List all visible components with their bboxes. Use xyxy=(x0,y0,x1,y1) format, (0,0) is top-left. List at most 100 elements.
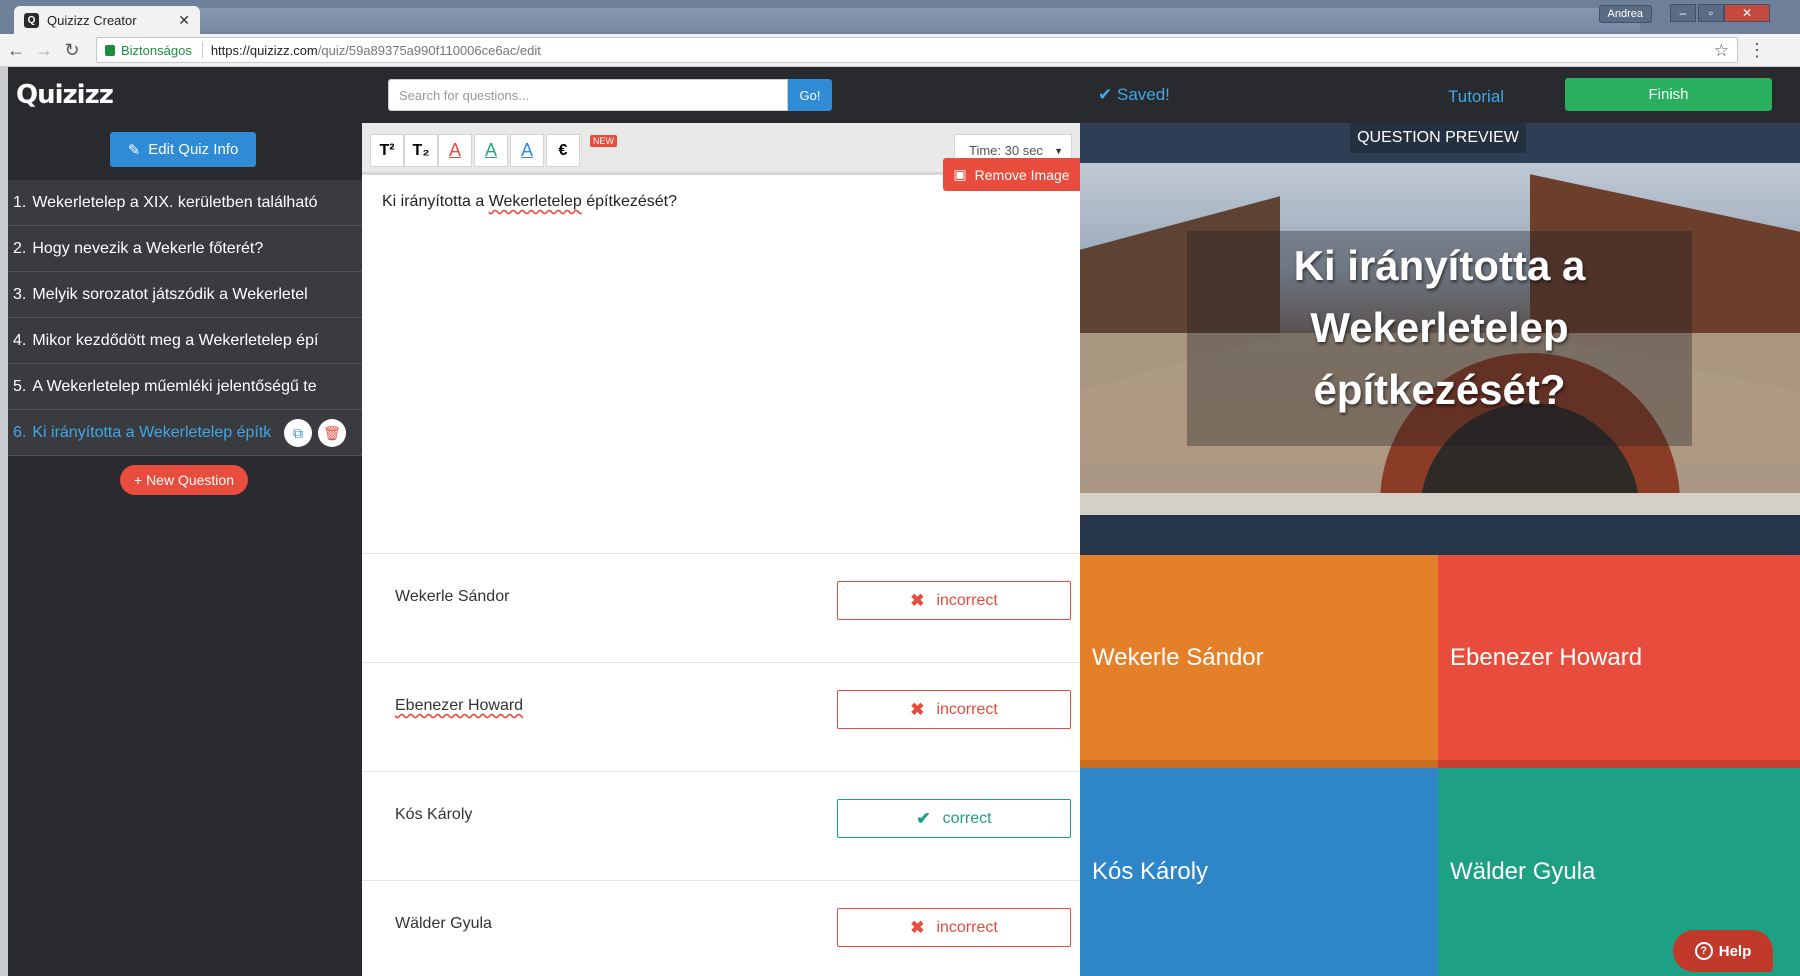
question-sidebar: ✎ Edit Quiz Info 1. Wekerletelep a XIX. … xyxy=(8,123,362,976)
question-number: 2. xyxy=(13,239,27,257)
search-input[interactable] xyxy=(388,79,788,111)
preview-option-c: Kós Károly xyxy=(1080,768,1438,976)
question-list-item[interactable]: 3. Melyik sorozatot játszódik a Wekerlet… xyxy=(8,272,362,318)
browser-tab-bar: Q Quizizz Creator ✕ Andrea – ▫ ✕ xyxy=(0,0,1800,34)
question-list-item[interactable]: 2. Hogy nevezik a Wekerle főterét? xyxy=(8,226,362,272)
preview-question-text: Ki irányította a Wekerletelep építkezésé… xyxy=(1293,242,1586,413)
lock-icon xyxy=(105,44,115,56)
question-title: Ki irányította a Wekerletelep építk xyxy=(32,423,272,441)
superscript-button[interactable]: T² xyxy=(370,134,404,167)
browser-address-bar: ← → ↻ Biztonságos https://quizizz.com /q… xyxy=(0,34,1800,67)
image-road xyxy=(1080,493,1800,515)
question-number: 3. xyxy=(13,285,27,303)
question-search: Go! xyxy=(388,79,832,111)
answer-status-label: incorrect xyxy=(936,700,998,718)
new-question-label: New Question xyxy=(146,472,234,488)
bookmark-star-icon[interactable]: ☆ xyxy=(1714,41,1729,61)
check-icon: ✔ xyxy=(1098,85,1113,104)
plus-icon: + xyxy=(133,472,143,488)
answer-text[interactable]: Wälder Gyula xyxy=(395,915,492,933)
answer-text[interactable]: Ebenezer Howard xyxy=(395,697,523,715)
remove-image-button[interactable]: ▣ Remove Image xyxy=(943,158,1080,191)
edit-quiz-info-button[interactable]: ✎ Edit Quiz Info xyxy=(110,132,256,167)
help-label: Help xyxy=(1718,942,1752,960)
answer-status-toggle[interactable]: ✖ incorrect xyxy=(837,690,1071,729)
help-button[interactable]: ? Help xyxy=(1673,930,1773,972)
answer-status-label: correct xyxy=(942,809,992,827)
app-header: Quizizz Go! ✔ Saved! Tutorial Finish xyxy=(8,67,1800,123)
close-window-button[interactable]: ✕ xyxy=(1724,4,1770,22)
text-color-blue-button[interactable]: A xyxy=(510,134,544,167)
question-title: Hogy nevezik a Wekerle főterét? xyxy=(32,239,264,257)
question-text-area[interactable]: Ki irányította a Wekerletelep építkezésé… xyxy=(362,178,1080,553)
minimize-window-button[interactable]: – xyxy=(1670,4,1696,22)
inactive-tabs[interactable] xyxy=(200,8,1640,32)
answer-text[interactable]: Wekerle Sándor xyxy=(395,588,509,606)
question-list-item-active[interactable]: 6. Ki irányította a Wekerletelep építk ⧉… xyxy=(8,410,362,456)
currency-symbol-button[interactable]: € xyxy=(546,134,580,167)
answer-status-toggle[interactable]: ✔ correct xyxy=(837,799,1071,838)
close-tab-icon[interactable]: ✕ xyxy=(178,12,190,29)
question-title: Wekerletelep a XIX. kerületben található xyxy=(32,193,318,211)
question-number: 1. xyxy=(13,193,27,211)
search-go-button[interactable]: Go! xyxy=(788,79,832,111)
time-limit-value: Time: 30 sec xyxy=(969,143,1043,158)
tutorial-link[interactable]: Tutorial xyxy=(1448,87,1504,107)
text-color-red-button[interactable]: A xyxy=(438,134,472,167)
answer-text[interactable]: Kós Károly xyxy=(395,806,472,824)
question-text-part: építkezését? xyxy=(581,193,677,210)
answer-row: Kós Károly ✔ correct xyxy=(362,771,1080,880)
question-list-item[interactable]: 4. Mikor kezdődött meg a Wekerletelep ép… xyxy=(8,318,362,364)
trash-icon[interactable]: 🗑 xyxy=(318,419,346,447)
url-field[interactable]: Biztonságos https://quizizz.com /quiz/59… xyxy=(96,37,1738,63)
question-text-part: Ki irányította a xyxy=(382,193,489,210)
question-preview-panel: QUESTION PREVIEW Ki irányította a Wekerl… xyxy=(1080,123,1800,976)
cross-icon: ✖ xyxy=(910,590,925,610)
question-number: 5. xyxy=(13,377,27,395)
new-badge: NEW xyxy=(590,135,617,147)
question-list-item[interactable]: 5. A Wekerletelep műemléki jelentőségű t… xyxy=(8,364,362,410)
answer-status-label: incorrect xyxy=(936,918,998,936)
edit-quiz-label: Edit Quiz Info xyxy=(148,141,239,158)
question-title: Melyik sorozatot játszódik a Wekerletel xyxy=(32,285,308,303)
answer-status-toggle[interactable]: ✖ incorrect xyxy=(837,581,1071,620)
secure-label: Biztonságos xyxy=(121,42,192,58)
tab-title: Quizizz Creator xyxy=(47,12,137,28)
preview-label: QUESTION PREVIEW xyxy=(1350,123,1526,153)
answer-row: Wälder Gyula ✖ incorrect xyxy=(362,880,1080,976)
finish-button[interactable]: Finish xyxy=(1565,78,1772,111)
check-icon: ✔ xyxy=(916,808,931,828)
reload-icon[interactable]: ↻ xyxy=(60,38,84,62)
url-separator xyxy=(201,42,203,58)
answer-status-toggle[interactable]: ✖ incorrect xyxy=(837,908,1071,947)
answer-row: Ebenezer Howard ✖ incorrect xyxy=(362,662,1080,771)
new-question-button[interactable]: + New Question xyxy=(120,465,248,495)
question-text[interactable]: Ki irányította a Wekerletelep építkezésé… xyxy=(382,193,677,211)
question-text-misspelled: Wekerletelep xyxy=(488,193,582,210)
browser-user-chip[interactable]: Andrea xyxy=(1598,5,1652,23)
caret-down-icon: ▼ xyxy=(1054,145,1063,156)
quizizz-logo[interactable]: Quizizz xyxy=(16,80,114,110)
answer-list: Wekerle Sándor ✖ incorrect Ebenezer Howa… xyxy=(362,553,1080,976)
forward-arrow-icon[interactable]: → xyxy=(32,38,56,62)
question-number: 6. xyxy=(13,423,27,441)
saved-status: ✔ Saved! xyxy=(1098,85,1170,105)
preview-option-b: Ebenezer Howard xyxy=(1438,555,1800,768)
edit-icon: ✎ xyxy=(127,141,141,159)
duplicate-icon[interactable]: ⧉ xyxy=(284,419,312,447)
url-host: https://quizizz.com xyxy=(210,42,318,58)
browser-tab-active[interactable]: Q Quizizz Creator ✕ xyxy=(14,6,200,34)
maximize-window-button[interactable]: ▫ xyxy=(1698,4,1724,22)
question-actions: ⧉ 🗑 xyxy=(284,419,346,447)
preview-divider xyxy=(1080,515,1800,555)
saved-label: Saved! xyxy=(1116,85,1170,104)
question-list: 1. Wekerletelep a XIX. kerületben találh… xyxy=(8,180,362,456)
browser-menu-icon[interactable]: ⋮ xyxy=(1748,40,1766,61)
question-list-item[interactable]: 1. Wekerletelep a XIX. kerületben találh… xyxy=(8,180,362,226)
text-color-green-button[interactable]: A xyxy=(474,134,508,167)
image-icon: ▣ xyxy=(953,166,967,182)
subscript-button[interactable]: T₂ xyxy=(404,134,438,167)
back-arrow-icon[interactable]: ← xyxy=(4,38,28,62)
cross-icon: ✖ xyxy=(910,917,925,937)
url-path: /quiz/59a89375a990f110006ce6ac/edit xyxy=(317,42,541,58)
